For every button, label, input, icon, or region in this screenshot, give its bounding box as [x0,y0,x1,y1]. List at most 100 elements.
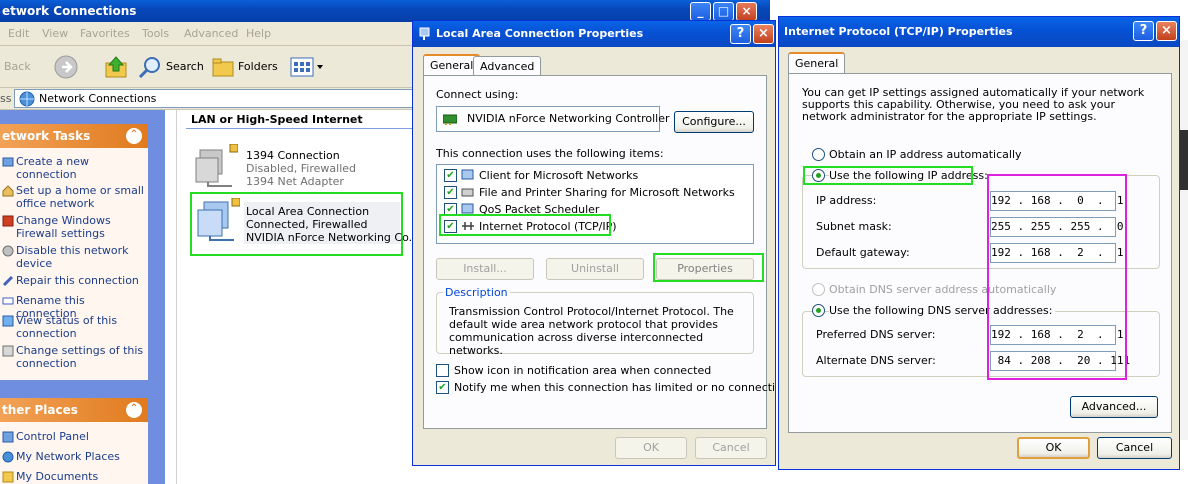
lan-cancel-button[interactable]: Cancel [695,437,767,459]
auto-dns-radio[interactable] [812,283,825,296]
close-button[interactable]: × [1156,21,1177,41]
item-client[interactable]: Client for Microsoft Networks [479,169,638,182]
file-printer-checkbox[interactable]: ✔ [444,186,457,199]
place-my-network-places[interactable]: My Network Places [16,450,146,463]
up-folder-icon[interactable] [104,55,128,79]
client-icon [461,169,474,180]
task-repair-connection[interactable]: Repair this connection [16,274,146,287]
auto-ip-radio[interactable] [812,148,825,161]
other-places-panel: Control Panel My Network Places My Docum… [0,422,148,484]
tab-general[interactable]: General [423,54,481,76]
task-setup-home-network[interactable]: Set up a home or small office network [16,184,146,210]
menu-edit[interactable]: Edit [8,27,29,40]
address-input[interactable]: Network Connections [14,89,414,108]
auto-ip-label[interactable]: Obtain an IP address automatically [829,148,1022,161]
close-button[interactable]: × [736,2,757,21]
connection-local-area[interactable]: Local Area Connection Connected, Firewal… [194,198,419,248]
network-tasks-panel: Create a new connection Set up a home or… [0,148,148,380]
tcpip-properties-dialog: Internet Protocol (TCP/IP) Properties ? … [778,16,1180,470]
menu-advanced[interactable]: Advanced [184,27,238,40]
folders-button-label[interactable]: Folders [238,60,278,73]
forward-icon[interactable] [54,55,80,79]
minimize-button[interactable]: _ [690,2,711,21]
preferred-dns-label: Preferred DNS server: [816,328,936,341]
tcpip-general-page: You can get IP settings assigned automat… [788,73,1172,433]
ip-address-label: IP address: [816,194,877,207]
tab-general[interactable]: General [788,52,846,74]
connection-1394-status: Disabled, Firewalled [246,162,357,175]
green-highlight-tcpip [439,214,611,236]
menu-view[interactable]: View [42,27,68,40]
background-window-dark-strip [1180,130,1188,190]
explorer-title-bar[interactable]: etwork Connections _ □ × [0,0,770,22]
components-list[interactable]: ✔ Client for Microsoft Networks ✔ File a… [436,164,754,244]
task-create-new-connection[interactable]: Create a new connection [16,155,146,181]
connection-1394[interactable]: 1394 Connection Disabled, Firewalled 139… [192,144,402,190]
documents-icon [2,471,14,483]
connection-local-area-device: NVIDIA nForce Networking Co... [246,231,420,244]
network-globe-icon [19,91,35,107]
menu-tools[interactable]: Tools [142,27,169,40]
search-button-label[interactable]: Search [166,60,204,73]
advanced-button[interactable]: Advanced... [1070,396,1158,418]
address-value: Network Connections [39,92,157,105]
connect-using-label: Connect using: [436,88,519,101]
task-change-firewall-settings[interactable]: Change Windows Firewall settings [16,214,146,240]
show-icon-label[interactable]: Show icon in notification area when conn… [454,364,711,377]
lan-dialog-title-bar[interactable]: Local Area Connection Properties ? × [413,21,775,47]
views-icon[interactable] [290,57,324,77]
item-file-printer[interactable]: File and Printer Sharing for Microsoft N… [479,186,735,199]
description-group: Description Transmission Control Protoco… [436,286,754,357]
tcpip-cancel-button[interactable]: Cancel [1097,437,1172,459]
address-label: ss [0,92,12,105]
firewall-icon [2,215,14,227]
description-text: Transmission Control Protocol/Internet P… [449,305,734,357]
tcpip-dialog-title-bar[interactable]: Internet Protocol (TCP/IP) Properties ? … [779,17,1179,47]
task-view-status[interactable]: View status of this connection [16,314,146,340]
connection-local-area-status: Connected, Firewalled [246,218,368,231]
view-status-icon [2,315,14,327]
rename-icon [2,297,14,305]
group-heading: LAN or High-Speed Internet [191,113,363,126]
green-highlight-manual-ip [803,166,973,185]
place-control-panel[interactable]: Control Panel [16,430,146,443]
show-icon-checkbox[interactable] [436,364,449,377]
network-tasks-header[interactable]: etwork Tasks ⌃ [0,124,148,148]
lan-dialog-title: Local Area Connection Properties [436,27,644,40]
tab-advanced[interactable]: Advanced [473,56,542,76]
help-button[interactable]: ? [1133,21,1154,41]
lan-ok-button[interactable]: OK [615,437,687,459]
collapse-chevron-icon[interactable]: ⌃ [126,128,142,144]
repair-icon [2,275,14,287]
lan-general-page: Connect using: NVIDIA nForce Networking … [423,75,775,429]
disable-device-icon [2,245,14,257]
collapse-chevron-icon[interactable]: ⌃ [126,402,142,418]
notify-label[interactable]: Notify me when this connection has limit… [454,381,775,394]
change-settings-icon [2,345,14,357]
menu-help[interactable]: Help [246,27,271,40]
manual-dns-radio[interactable] [812,304,825,317]
back-button-label[interactable]: Back [4,60,31,73]
menu-favorites[interactable]: Favorites [80,27,130,40]
configure-button[interactable]: Configure... [674,111,754,133]
place-my-documents[interactable]: My Documents [16,470,146,483]
help-button[interactable]: ? [730,24,751,44]
new-connection-icon [2,157,14,167]
install-button[interactable]: Install... [436,258,534,280]
other-places-header[interactable]: ther Places ⌃ [0,398,148,422]
uninstall-button[interactable]: Uninstall [546,258,644,280]
folders-icon[interactable] [211,56,235,78]
description-title: Description [443,286,510,299]
task-change-settings[interactable]: Change settings of this connection [16,344,146,370]
notify-checkbox[interactable]: ✔ [436,381,449,394]
other-places-title: ther Places [2,403,78,417]
connection-local-area-name: Local Area Connection [246,205,370,218]
task-disable-device[interactable]: Disable this network device [16,244,146,270]
search-icon[interactable] [138,56,162,78]
tcpip-ok-button[interactable]: OK [1017,437,1090,459]
maximize-button[interactable]: □ [713,2,734,21]
connection-1394-name: 1394 Connection [246,149,340,162]
adapter-name: NVIDIA nForce Networking Controller [467,112,670,125]
close-button[interactable]: × [753,24,774,44]
client-checkbox[interactable]: ✔ [444,169,457,182]
